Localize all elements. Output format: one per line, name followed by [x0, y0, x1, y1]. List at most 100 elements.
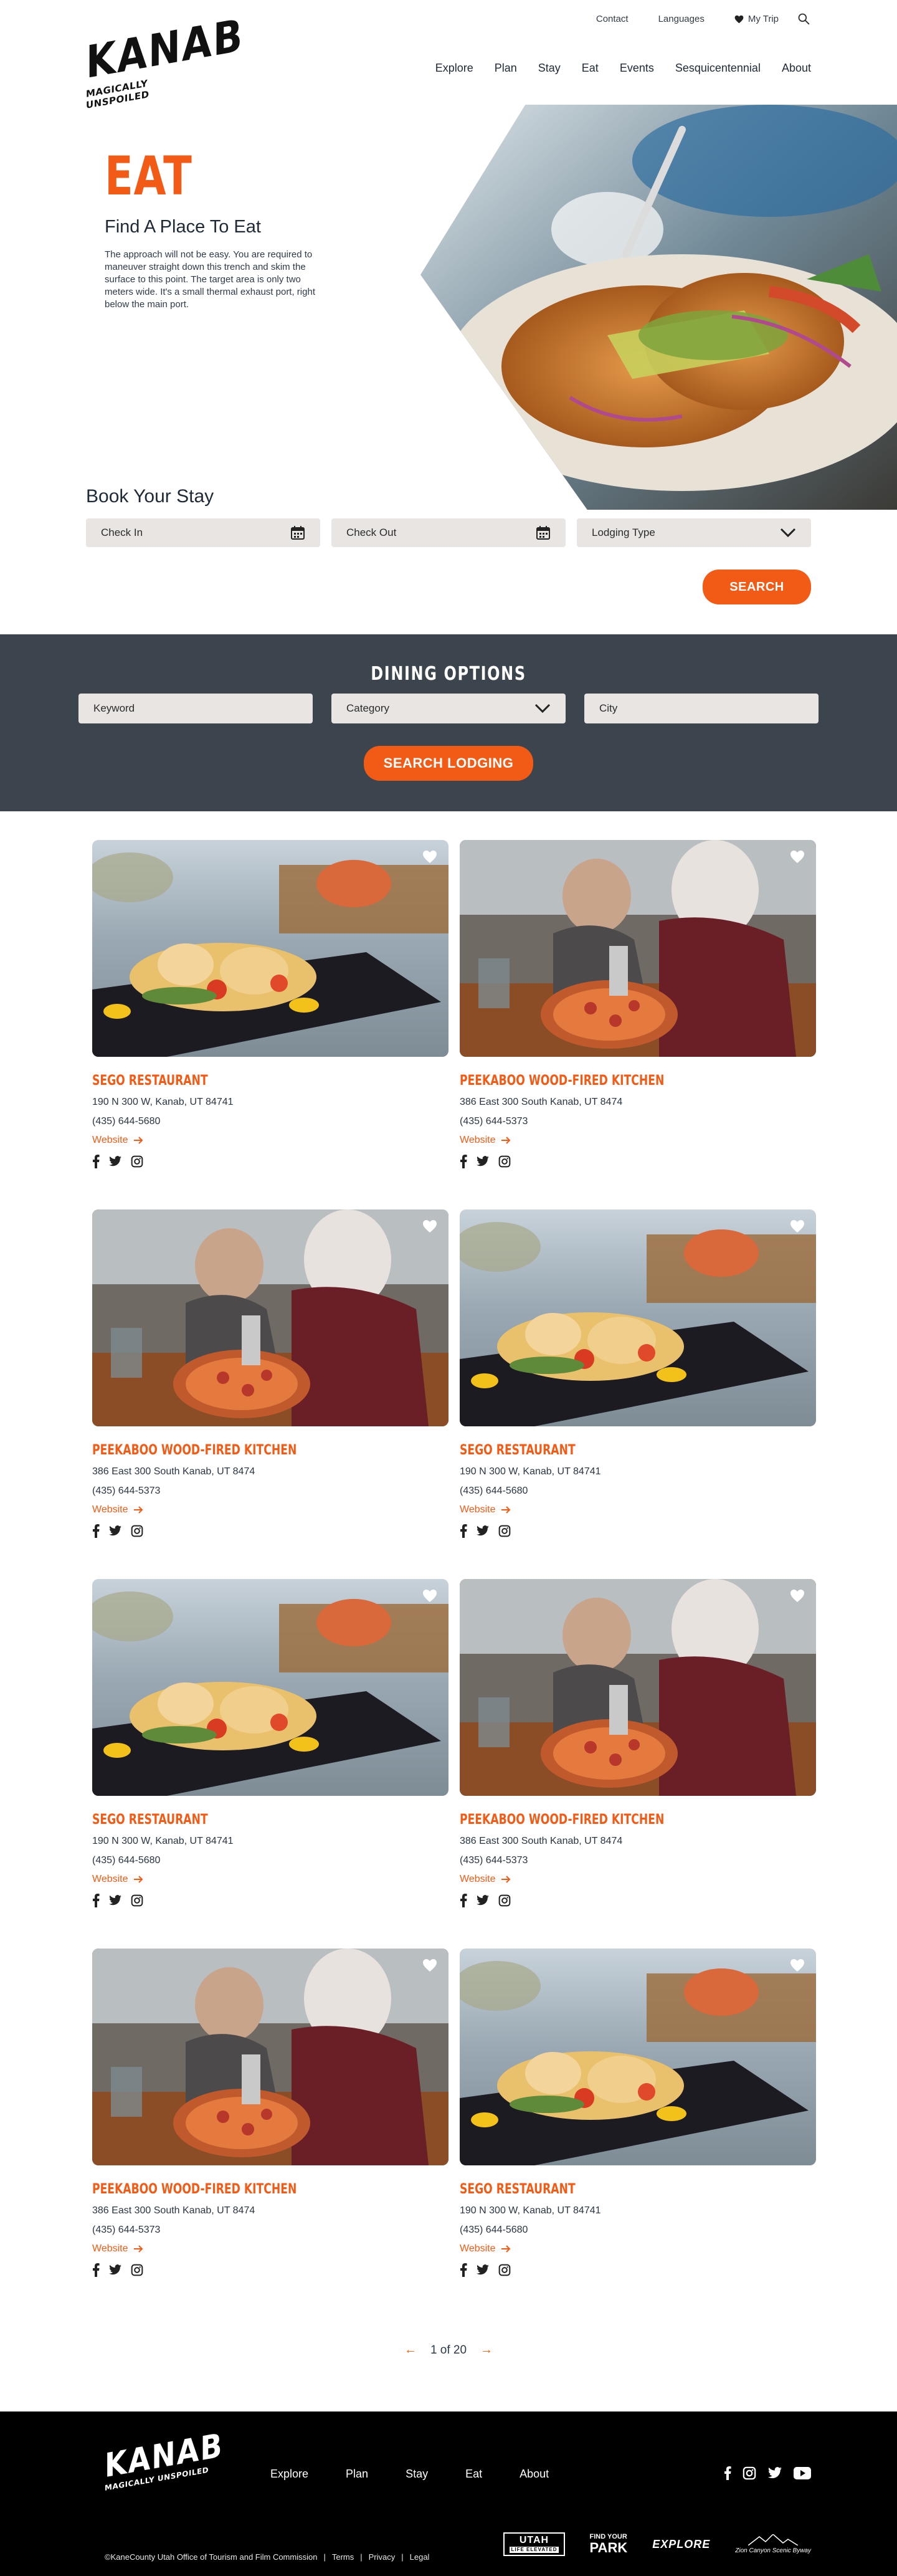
website-link[interactable]: Website	[460, 2243, 816, 2254]
footer-nav-explore[interactable]: Explore	[270, 2468, 308, 2481]
heart-icon[interactable]	[422, 850, 437, 864]
restaurant-phone[interactable]: (435) 644-5373	[92, 1486, 448, 1497]
facebook-icon[interactable]	[460, 1155, 467, 1168]
restaurant-name[interactable]: SEGO RESTAURANT	[460, 2182, 738, 2197]
restaurant-photo[interactable]	[92, 1579, 448, 1796]
twitter-icon[interactable]	[476, 1895, 490, 1906]
category-select[interactable]: Category	[331, 694, 566, 723]
search-lodging-button[interactable]: SEARCH LODGING	[364, 746, 533, 781]
website-link[interactable]: Website	[460, 1504, 816, 1515]
website-link[interactable]: Website	[92, 1135, 448, 1146]
facebook-icon[interactable]	[460, 1894, 467, 1907]
nav-explore[interactable]: Explore	[435, 62, 473, 75]
instagram-icon[interactable]	[498, 2264, 511, 2276]
contact-link[interactable]: Contact	[596, 14, 629, 24]
scenic-byway-badge[interactable]: Zion Canyon Scenic Byway	[735, 2533, 811, 2554]
heart-icon[interactable]	[790, 1589, 805, 1603]
explore-badge[interactable]: EXPLORE	[652, 2538, 710, 2551]
instagram-icon[interactable]	[743, 2466, 756, 2480]
nav-stay[interactable]: Stay	[538, 62, 561, 75]
find-your-park-badge[interactable]: FIND YOUR PARK	[590, 2533, 628, 2555]
twitter-icon[interactable]	[476, 2264, 490, 2276]
restaurant-phone[interactable]: (435) 644-5373	[460, 1116, 816, 1127]
heart-icon[interactable]	[422, 1219, 437, 1233]
footer-nav-plan[interactable]: Plan	[346, 2468, 368, 2481]
website-link[interactable]: Website	[92, 2243, 448, 2254]
nav-about[interactable]: About	[782, 62, 811, 75]
legal-link[interactable]: Legal	[410, 2552, 430, 2562]
footer-nav-eat[interactable]: Eat	[465, 2468, 482, 2481]
footer-nav-stay[interactable]: Stay	[406, 2468, 428, 2481]
facebook-icon[interactable]	[460, 1524, 467, 1538]
instagram-icon[interactable]	[131, 1525, 143, 1537]
nav-eat[interactable]: Eat	[582, 62, 599, 75]
instagram-icon[interactable]	[131, 1155, 143, 1168]
restaurant-photo[interactable]	[92, 840, 448, 1057]
website-link[interactable]: Website	[92, 1504, 448, 1515]
twitter-icon[interactable]	[108, 2264, 122, 2276]
privacy-link[interactable]: Privacy	[369, 2552, 396, 2562]
heart-icon[interactable]	[422, 1589, 437, 1603]
lodging-type-select[interactable]: Lodging Type	[577, 518, 811, 547]
prev-page-arrow[interactable]: ←	[404, 2343, 417, 2357]
instagram-icon[interactable]	[131, 1894, 143, 1907]
search-icon[interactable]	[797, 12, 810, 28]
check-out-field[interactable]: Check Out	[331, 518, 566, 547]
restaurant-name[interactable]: PEEKABOO WOOD-FIRED KITCHEN	[460, 1073, 738, 1089]
twitter-icon[interactable]	[108, 1525, 122, 1537]
nav-sesquicentennial[interactable]: Sesquicentennial	[675, 62, 761, 75]
twitter-icon[interactable]	[476, 1525, 490, 1537]
restaurant-name[interactable]: PEEKABOO WOOD-FIRED KITCHEN	[92, 2182, 370, 2197]
twitter-icon[interactable]	[108, 1895, 122, 1906]
facebook-icon[interactable]	[460, 2263, 467, 2277]
restaurant-name[interactable]: SEGO RESTAURANT	[460, 1443, 738, 1458]
facebook-icon[interactable]	[724, 2466, 731, 2480]
instagram-icon[interactable]	[131, 2264, 143, 2276]
restaurant-photo[interactable]	[460, 1579, 816, 1796]
restaurant-phone[interactable]: (435) 644-5373	[460, 1855, 816, 1866]
languages-link[interactable]: Languages	[658, 14, 705, 24]
utah-badge[interactable]: UTAH LIFE ELEVATED	[503, 2532, 565, 2556]
instagram-icon[interactable]	[498, 1155, 511, 1168]
facebook-icon[interactable]	[92, 1524, 100, 1538]
nav-events[interactable]: Events	[620, 62, 654, 75]
youtube-icon[interactable]	[794, 2467, 811, 2479]
city-input[interactable]: City	[584, 694, 819, 723]
restaurant-photo[interactable]	[460, 1949, 816, 2165]
footer-logo[interactable]: KANAB MAGICALLY UNSPOILED	[105, 2425, 223, 2493]
twitter-icon[interactable]	[476, 1156, 490, 1167]
restaurant-phone[interactable]: (435) 644-5680	[92, 1855, 448, 1866]
restaurant-photo[interactable]	[92, 1209, 448, 1426]
heart-icon[interactable]	[790, 1219, 805, 1233]
instagram-icon[interactable]	[498, 1894, 511, 1907]
instagram-icon[interactable]	[498, 1525, 511, 1537]
twitter-icon[interactable]	[108, 1156, 122, 1167]
book-search-button[interactable]: SEARCH	[703, 570, 811, 604]
restaurant-name[interactable]: SEGO RESTAURANT	[92, 1812, 370, 1828]
facebook-icon[interactable]	[92, 1894, 100, 1907]
restaurant-phone[interactable]: (435) 644-5680	[460, 1486, 816, 1497]
restaurant-name[interactable]: SEGO RESTAURANT	[92, 1073, 370, 1089]
next-page-arrow[interactable]: →	[480, 2343, 493, 2357]
my-trip-link[interactable]: My Trip	[734, 14, 779, 24]
restaurant-phone[interactable]: (435) 644-5373	[92, 2225, 448, 2236]
restaurant-name[interactable]: PEEKABOO WOOD-FIRED KITCHEN	[92, 1443, 370, 1458]
restaurant-phone[interactable]: (435) 644-5680	[92, 1116, 448, 1127]
heart-icon[interactable]	[422, 1958, 437, 1972]
heart-icon[interactable]	[790, 850, 805, 864]
restaurant-photo[interactable]	[460, 840, 816, 1057]
website-link[interactable]: Website	[460, 1135, 816, 1146]
restaurant-phone[interactable]: (435) 644-5680	[460, 2225, 816, 2236]
footer-nav-about[interactable]: About	[520, 2468, 549, 2481]
restaurant-name[interactable]: PEEKABOO WOOD-FIRED KITCHEN	[460, 1812, 738, 1828]
website-link[interactable]: Website	[92, 1874, 448, 1885]
restaurant-photo[interactable]	[92, 1949, 448, 2165]
website-link[interactable]: Website	[460, 1874, 816, 1885]
site-logo[interactable]: KANAB MAGICALLY UNSPOILED	[86, 9, 244, 111]
facebook-icon[interactable]	[92, 2263, 100, 2277]
facebook-icon[interactable]	[92, 1155, 100, 1168]
check-in-field[interactable]: Check In	[86, 518, 320, 547]
twitter-icon[interactable]	[767, 2467, 782, 2479]
nav-plan[interactable]: Plan	[495, 62, 517, 75]
keyword-input[interactable]: Keyword	[78, 694, 313, 723]
